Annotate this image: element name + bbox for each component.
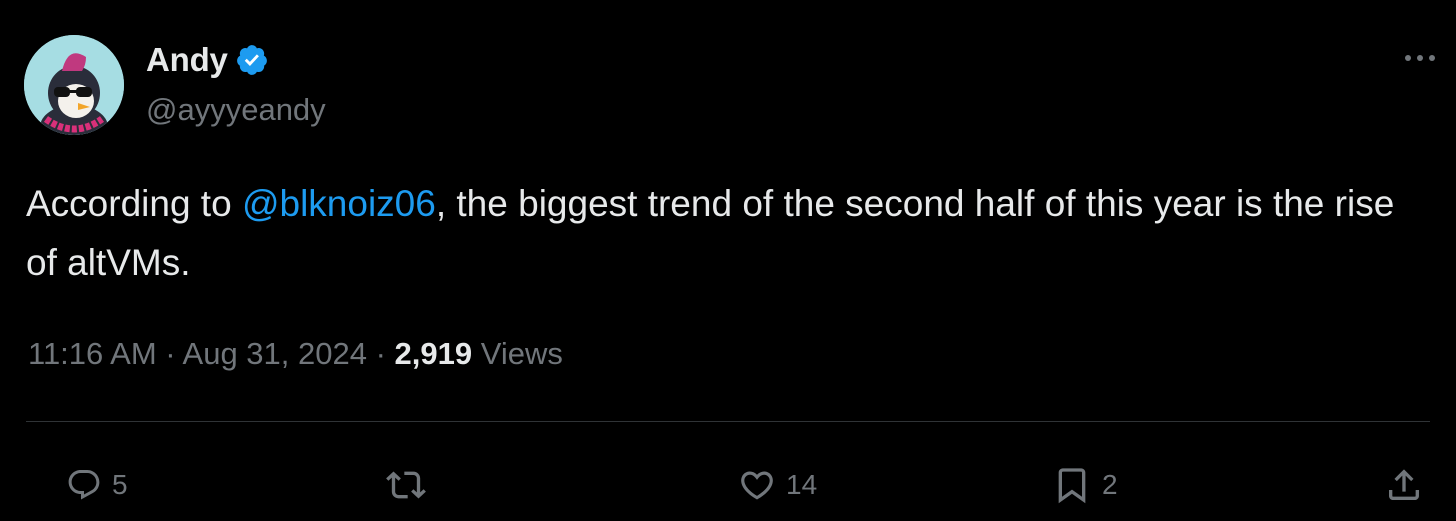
mention-link[interactable]: @blknoiz06 bbox=[242, 183, 436, 224]
tweet-meta: 11:16 AM · Aug 31, 2024 · 2,919 Views bbox=[28, 336, 563, 372]
share-icon bbox=[1389, 469, 1419, 500]
verified-badge-icon bbox=[235, 43, 269, 77]
retweet-icon bbox=[386, 471, 426, 499]
meta-separator: · bbox=[156, 336, 183, 371]
bookmark-count: 2 bbox=[1102, 469, 1118, 500]
tweet-time[interactable]: 11:16 AM bbox=[28, 336, 157, 371]
tweet-text: According to @blknoiz06, the biggest tre… bbox=[26, 174, 1426, 292]
reply-icon bbox=[68, 470, 100, 500]
heart-icon bbox=[741, 471, 773, 500]
penguin-avatar-image bbox=[24, 35, 124, 135]
display-name[interactable]: Andy bbox=[146, 41, 228, 79]
more-horizontal-icon bbox=[1405, 55, 1435, 61]
author-name-row: Andy bbox=[146, 40, 269, 80]
reply-count: 5 bbox=[112, 469, 128, 500]
more-options-button[interactable] bbox=[1398, 40, 1442, 76]
share-button[interactable] bbox=[1384, 460, 1424, 510]
views-label: Views bbox=[472, 336, 563, 371]
avatar[interactable] bbox=[24, 35, 124, 135]
bookmark-button[interactable]: 2 bbox=[1052, 460, 1118, 510]
tweet-card: Andy @ayyyeandy According to @blknoiz06,… bbox=[0, 0, 1456, 521]
author-handle[interactable]: @ayyyeandy bbox=[146, 92, 326, 128]
tweet-text-before: According to bbox=[26, 183, 242, 224]
like-count: 14 bbox=[786, 469, 818, 500]
views-count[interactable]: 2,919 bbox=[395, 336, 473, 371]
retweet-button[interactable] bbox=[386, 460, 426, 510]
divider bbox=[26, 421, 1430, 422]
reply-button[interactable]: 5 bbox=[66, 460, 128, 510]
meta-separator: · bbox=[366, 336, 395, 371]
like-button[interactable]: 14 bbox=[738, 460, 817, 510]
bookmark-icon bbox=[1058, 468, 1086, 504]
tweet-date[interactable]: Aug 31, 2024 bbox=[183, 336, 367, 371]
